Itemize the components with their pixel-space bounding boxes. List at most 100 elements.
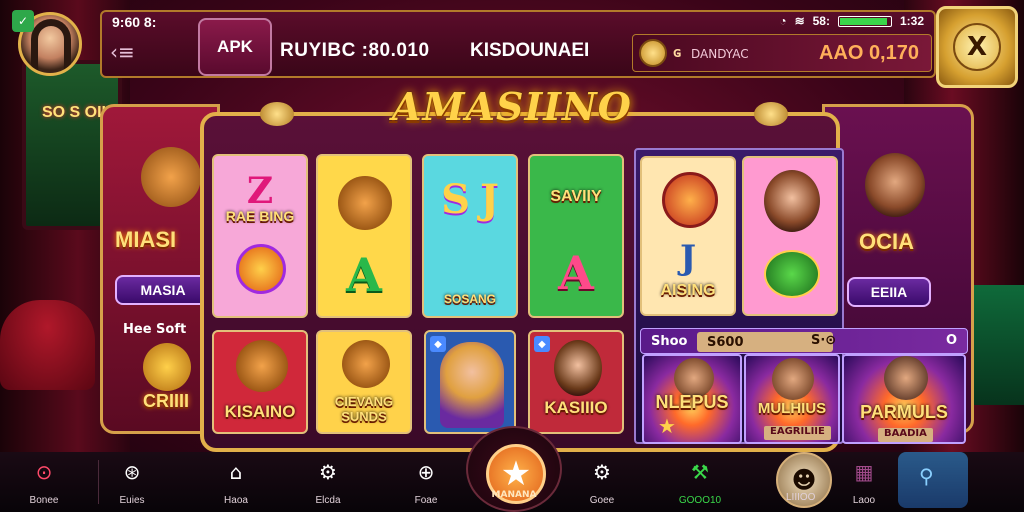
game-tile[interactable]: J AISING bbox=[640, 156, 736, 316]
promo-label: Shoo bbox=[651, 334, 688, 349]
nav-label: Euies bbox=[119, 495, 145, 506]
wallet-label: DANDYAC bbox=[691, 47, 749, 61]
tile-badge-icon: ◆ bbox=[430, 336, 446, 352]
status-icons: ◔ ≋ 58: 1:32 bbox=[779, 14, 924, 28]
hero-chip: BAADIA bbox=[878, 428, 933, 442]
game-tile[interactable]: ◆ bbox=[424, 330, 516, 434]
tile-glyph: J bbox=[679, 238, 697, 278]
target-icon: ⊙ bbox=[35, 460, 53, 484]
man-sunglasses-icon bbox=[884, 356, 928, 400]
right-panel-title: OCIA bbox=[859, 229, 914, 254]
back-menu-icon[interactable]: ‹≡ bbox=[110, 40, 135, 64]
right-panel-tag[interactable]: EEIIA bbox=[847, 277, 931, 307]
tile-title: CIEVANG SUNDS bbox=[334, 394, 394, 424]
mask-icon: ☻ bbox=[791, 466, 817, 494]
nav-item-games[interactable]: ⚙ Goee bbox=[572, 456, 632, 508]
battery-icon bbox=[837, 15, 892, 27]
frame-ornament-icon bbox=[754, 102, 788, 126]
slot-icon: ⚙ bbox=[319, 460, 337, 484]
woman-portrait-icon bbox=[440, 342, 504, 428]
nav-item-tools[interactable]: ⚒ GOOO10 bbox=[670, 456, 730, 508]
nav-item-slots[interactable]: ⚙ Elcda bbox=[298, 456, 358, 508]
wallet-currency: ɢ bbox=[673, 45, 682, 61]
balance-text: RUYIBC :80.010 bbox=[280, 40, 430, 61]
tile-title: KASIIIO bbox=[544, 398, 608, 417]
hero-tile[interactable]: PARMULS BAADIA bbox=[842, 354, 966, 444]
game-tile[interactable]: ◆ KASIIIO bbox=[528, 330, 624, 434]
center-play-button[interactable]: ★ MANANA bbox=[466, 426, 562, 512]
tiger-icon bbox=[342, 340, 390, 388]
mask-label: LIIIOO bbox=[786, 492, 816, 503]
hero-tile[interactable]: MULHIUS EAGRILIIE bbox=[744, 354, 840, 444]
wallet-box[interactable]: ɢ DANDYAC AAO 0,170 bbox=[632, 34, 932, 72]
center-label: MANANA bbox=[491, 490, 537, 500]
wifi-icon: ≋ bbox=[794, 14, 805, 28]
battery-fill bbox=[839, 17, 887, 25]
lion-icon bbox=[662, 172, 718, 228]
grid-icon: ▦ bbox=[854, 460, 874, 484]
avatar-hair bbox=[31, 19, 71, 71]
game-tile[interactable]: S J SOSANG bbox=[422, 154, 518, 318]
nav-label: Bonee bbox=[29, 495, 59, 506]
nav-divider bbox=[98, 460, 99, 504]
hero-title: NLEPUS bbox=[655, 392, 729, 412]
frame-ornament-icon bbox=[260, 102, 294, 126]
game-tile[interactable] bbox=[742, 156, 838, 316]
tile-title: SAVIIY bbox=[550, 188, 602, 205]
nav-item-lobby[interactable]: ▦ Laoo bbox=[834, 456, 894, 508]
woman-portrait-icon bbox=[764, 170, 820, 232]
hero-title: PARMULS bbox=[860, 402, 948, 422]
tools-icon: ⚒ bbox=[691, 460, 709, 484]
tiger-icon bbox=[236, 340, 288, 392]
left-panel-small: Hee Soft bbox=[123, 322, 187, 337]
promo-suffix: S·⊙ bbox=[811, 333, 837, 348]
nav-item-home[interactable]: ⌂ Haoa bbox=[206, 456, 266, 508]
nav-item-favorites[interactable]: ⊕ Foae bbox=[396, 456, 456, 508]
game-tile[interactable]: CIEVANG SUNDS bbox=[316, 330, 412, 434]
nav-label: Laoo bbox=[852, 495, 876, 506]
tile-title: SOSANG bbox=[443, 292, 496, 306]
status-time: 9:60 8: bbox=[112, 14, 157, 30]
tile-badge-icon: ◆ bbox=[534, 336, 550, 352]
background-seat bbox=[0, 300, 95, 390]
casino-logo: AMASIINO bbox=[392, 84, 632, 129]
nav-item-bonus[interactable]: ⊙ Bonee bbox=[14, 456, 74, 508]
search-chip-icon: ⊕ bbox=[417, 460, 435, 484]
search-button[interactable]: ⚲ bbox=[898, 452, 968, 508]
game-tile[interactable]: A bbox=[316, 154, 412, 318]
hero-chip: EAGRILIIE bbox=[764, 426, 831, 440]
tile-glyph: S J bbox=[441, 176, 499, 223]
battery-label: 1:32 bbox=[899, 14, 924, 28]
hero-title: MULHIUS bbox=[757, 400, 827, 417]
chip-icon: ⊛ bbox=[123, 460, 141, 484]
nav-label: Elcda bbox=[315, 495, 341, 506]
nav-label: Foae bbox=[414, 495, 438, 506]
hero-tile[interactable]: NLEPUS ★ bbox=[642, 354, 742, 444]
left-panel-tag[interactable]: MASIA bbox=[115, 275, 211, 305]
left-panel-title: MIASI bbox=[115, 227, 177, 252]
avatar-badge-icon: ✓ bbox=[12, 10, 34, 32]
nav-item-events[interactable]: ⊛ Euies bbox=[102, 456, 162, 508]
game-tile[interactable]: SAVIIY A bbox=[528, 154, 624, 318]
tile-glyph: A bbox=[558, 246, 594, 300]
left-panel-bottom-title: CRIIII bbox=[143, 391, 190, 411]
promo-bar[interactable]: Shoo S600 S·⊙ O bbox=[640, 328, 968, 354]
top-bar: 9:60 8: ◔ ≋ 58: 1:32 ‹≡ APK RUYIBC :80.0… bbox=[100, 10, 936, 78]
signal-text: 58: bbox=[812, 14, 830, 28]
tile-glyph: Z bbox=[246, 170, 274, 212]
wallet-amount: AAO 0,170 bbox=[818, 42, 919, 64]
gear-icon: ⚙ bbox=[593, 460, 611, 484]
man-portrait-icon bbox=[772, 358, 814, 400]
tiger-icon bbox=[141, 147, 201, 207]
close-button[interactable]: X bbox=[936, 6, 1018, 88]
close-icon: X bbox=[953, 23, 1001, 71]
nav-label: GOOO10 bbox=[678, 495, 722, 506]
tile-title: KISAINO bbox=[224, 402, 296, 421]
tile-title: AISING bbox=[660, 282, 716, 299]
game-tile[interactable]: Z RAE BING bbox=[212, 154, 308, 318]
coin-icon bbox=[639, 39, 667, 67]
woman-portrait-icon bbox=[554, 340, 602, 396]
notification-icon: ◔ bbox=[779, 14, 787, 28]
game-tile[interactable]: KISAINO bbox=[212, 330, 308, 434]
apk-button[interactable]: APK bbox=[198, 18, 272, 76]
